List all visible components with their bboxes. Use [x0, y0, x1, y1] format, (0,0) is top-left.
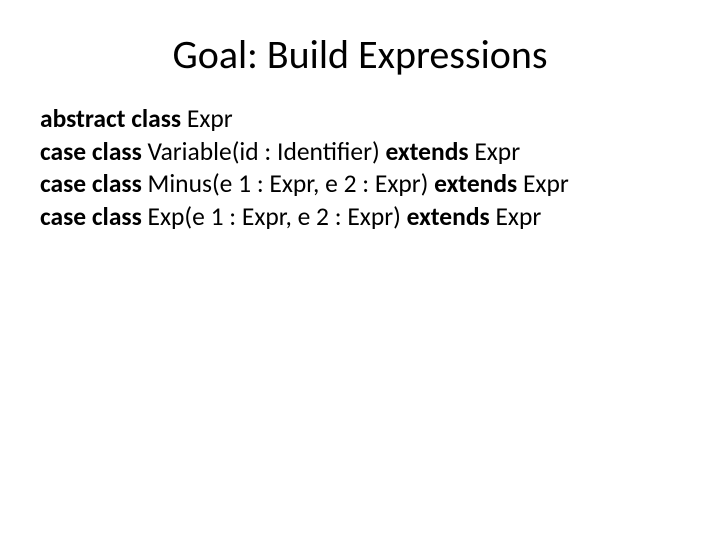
code-text: Expr: [495, 201, 541, 232]
keyword: case class: [40, 201, 148, 232]
keyword: case class: [40, 136, 148, 167]
code-text: Expr: [474, 136, 520, 167]
keyword: abstract class: [40, 103, 187, 134]
code-text: Minus(e 1 : Expr, e 2 : Expr): [148, 168, 435, 199]
slide-title: Goal: Build Expressions: [40, 30, 680, 79]
code-text: Expr: [523, 168, 569, 199]
code-line-4: case class Exp(e 1 : Expr, e 2 : Expr) e…: [40, 201, 680, 234]
keyword: case class: [40, 168, 148, 199]
code-line-1: abstract class Expr: [40, 103, 680, 136]
keyword: extends: [385, 136, 474, 167]
code-text: Exp(e 1 : Expr, e 2 : Expr): [148, 201, 407, 232]
code-text: Variable(id : Identifier): [148, 136, 386, 167]
keyword: extends: [434, 168, 523, 199]
code-text: Expr: [187, 103, 233, 134]
code-line-3: case class Minus(e 1 : Expr, e 2 : Expr)…: [40, 168, 680, 201]
slide-body: abstract class Expr case class Variable(…: [40, 103, 680, 234]
keyword: extends: [407, 201, 496, 232]
code-line-2: case class Variable(id : Identifier) ext…: [40, 136, 680, 169]
slide: Goal: Build Expressions abstract class E…: [0, 0, 720, 540]
